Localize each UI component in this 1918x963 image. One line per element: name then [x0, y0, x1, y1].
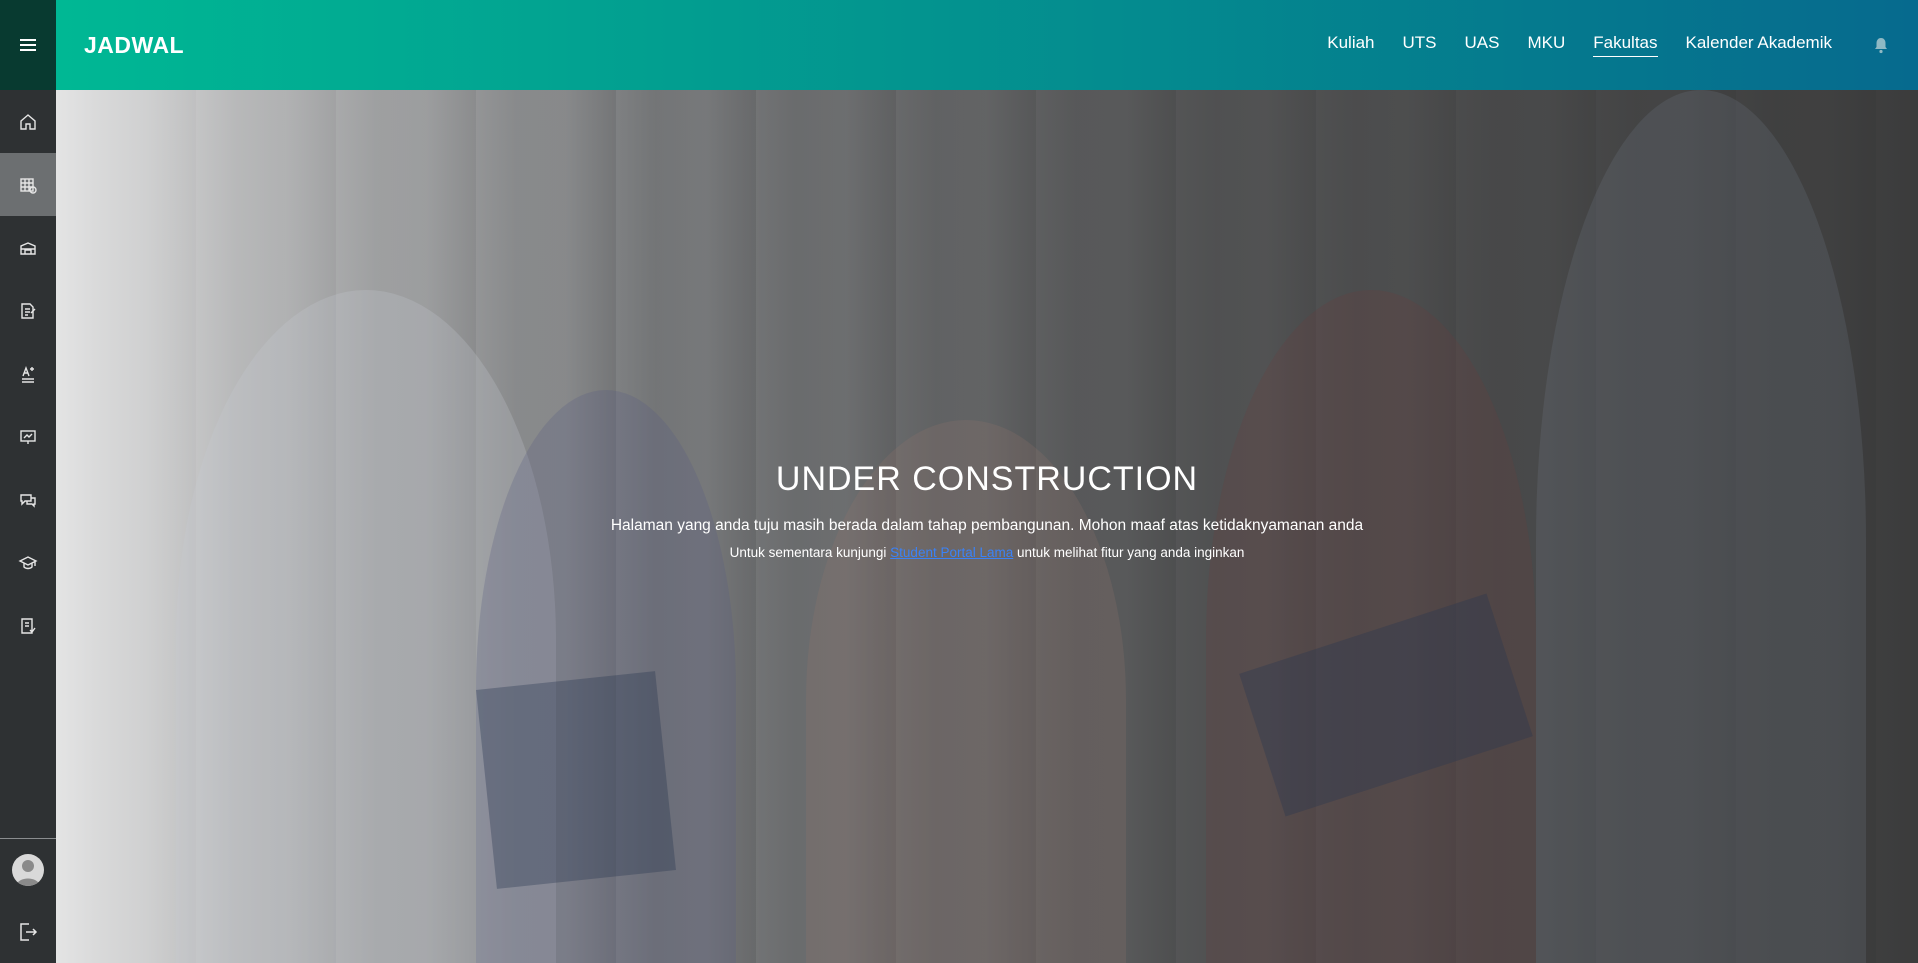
sidebar-nav	[0, 90, 56, 657]
hamburger-icon	[20, 39, 36, 51]
logout-icon	[20, 923, 38, 941]
redirect-note: Untuk sementara kunjungi Student Portal …	[56, 545, 1918, 560]
checklist-icon	[21, 617, 36, 634]
sidebar-item-schedule[interactable]	[0, 153, 56, 216]
bell-icon	[1875, 38, 1887, 54]
nav-link-fakultas[interactable]: Fakultas	[1593, 33, 1658, 57]
sidebar-item-presentation[interactable]	[0, 405, 56, 468]
top-navbar: JADWAL Kuliah UTS UAS MKU Fakultas Kalen…	[56, 0, 1918, 90]
notification-button[interactable]	[1872, 36, 1890, 54]
sidebar	[0, 0, 56, 963]
building-icon	[20, 241, 36, 255]
hamburger-menu-button[interactable]	[0, 0, 56, 90]
home-icon	[20, 113, 36, 130]
sidebar-bottom	[0, 838, 56, 963]
nav-link-uas[interactable]: UAS	[1465, 33, 1500, 57]
user-avatar-icon[interactable]	[12, 854, 44, 886]
sidebar-item-building[interactable]	[0, 216, 56, 279]
grades-icon	[22, 365, 34, 383]
under-construction-message: UNDER CONSTRUCTION Halaman yang anda tuj…	[56, 460, 1918, 560]
redirect-prefix: Untuk sementara kunjungi	[729, 545, 891, 560]
nav-link-kalender-akademik[interactable]: Kalender Akademik	[1686, 33, 1832, 57]
presentation-icon	[20, 429, 36, 444]
document-edit-icon	[21, 302, 36, 319]
redirect-suffix: untuk melihat fitur yang anda inginkan	[1013, 545, 1245, 560]
nav-link-mku[interactable]: MKU	[1527, 33, 1565, 57]
schedule-icon	[20, 177, 37, 194]
student-portal-link[interactable]: Student Portal Lama	[890, 545, 1013, 560]
brand-title: JADWAL	[84, 31, 185, 58]
graduation-cap-icon	[18, 555, 38, 569]
sidebar-item-grades[interactable]	[0, 342, 56, 405]
chat-icon	[20, 493, 36, 508]
sidebar-item-graduation[interactable]	[0, 531, 56, 594]
sidebar-item-chat[interactable]	[0, 468, 56, 531]
nav-link-uts[interactable]: UTS	[1403, 33, 1437, 57]
logout-button[interactable]	[0, 901, 56, 963]
page-title: UNDER CONSTRUCTION	[775, 460, 1199, 498]
nav-link-kuliah[interactable]: Kuliah	[1327, 33, 1374, 57]
top-nav: Kuliah UTS UAS MKU Fakultas Kalender Aka…	[1327, 33, 1832, 57]
sidebar-item-checklist[interactable]	[0, 594, 56, 657]
sidebar-item-document[interactable]	[0, 279, 56, 342]
construction-description: Halaman yang anda tuju masih berada dala…	[610, 517, 1364, 534]
sidebar-item-home[interactable]	[0, 90, 56, 153]
